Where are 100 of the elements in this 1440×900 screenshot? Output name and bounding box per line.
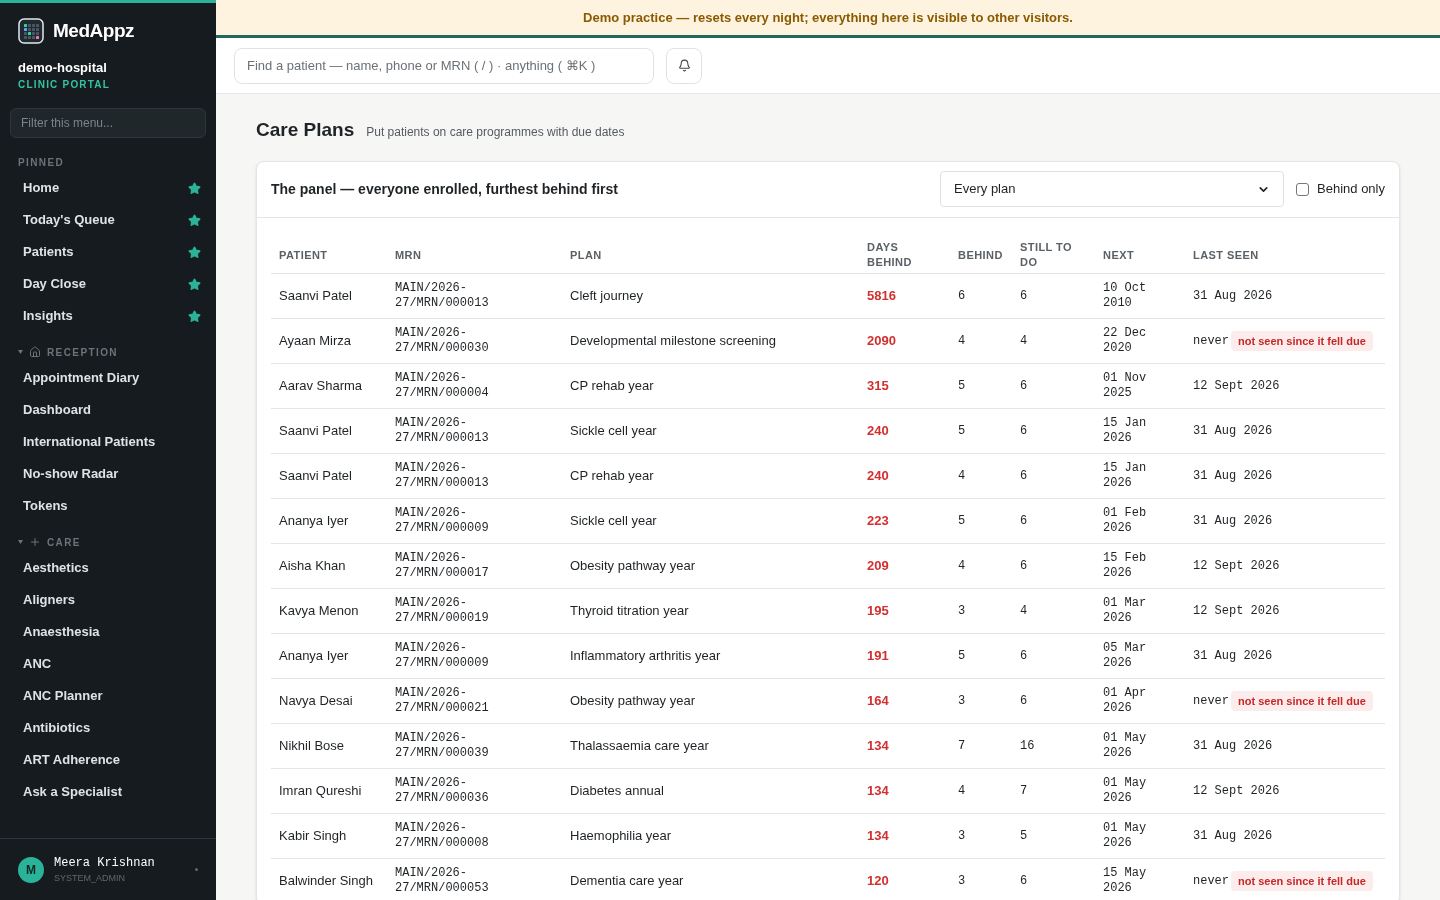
column-header: MRN <box>395 247 423 263</box>
sidebar-item[interactable]: Home <box>0 172 216 204</box>
column-header: STILL TO DO <box>1020 240 1073 271</box>
mrn-cell: MAIN/2026- 27/MRN/000017 <box>387 543 562 589</box>
sidebar-item[interactable]: Patients <box>0 236 216 268</box>
sidebar-item[interactable]: No-show Radar <box>0 458 216 490</box>
days-behind-cell: 164 <box>859 678 950 724</box>
patient-cell: Aisha Khan <box>271 543 387 589</box>
last-seen-text: 31 Aug 2026 <box>1193 423 1273 440</box>
days-behind-cell: 134 <box>859 723 950 769</box>
filter-field[interactable]: Filter this menu... <box>10 108 206 138</box>
plan-cell: CP rehab year <box>562 363 859 409</box>
sidebar-item[interactable]: ANC Planner <box>0 680 216 712</box>
behind-cell: 3 <box>950 813 1012 859</box>
last-seen-text: 12 Sept 2026 <box>1193 783 1280 800</box>
behind-cell: 6 <box>950 273 1012 319</box>
behind-cell: 4 <box>950 318 1012 364</box>
column-header: LAST SEEN <box>1193 247 1260 263</box>
org-name: demo-hospital <box>18 58 108 77</box>
patient-cell: Kabir Singh <box>271 813 387 859</box>
next-cell: 15 Jan 2026 <box>1095 408 1185 454</box>
behind-only-checkbox[interactable] <box>1296 182 1310 196</box>
caret-icon[interactable] <box>18 540 23 544</box>
page-title: Care Plans <box>256 118 355 142</box>
sidebar-item[interactable]: Ask a Specialist <box>0 776 216 808</box>
plan-cell: Dementia care year <box>562 858 859 900</box>
next-cell: 01 May 2026 <box>1095 768 1185 814</box>
still-to-do-cell: 6 <box>1012 858 1095 900</box>
sidebar-item[interactable]: Today's Queue <box>0 204 216 236</box>
mrn-cell: MAIN/2026- 27/MRN/000036 <box>387 768 562 814</box>
checkbox-label: Behind only <box>1317 180 1385 199</box>
mrn-cell: MAIN/2026- 27/MRN/000009 <box>387 633 562 679</box>
days-behind-cell: 191 <box>859 633 950 679</box>
sidebar-item[interactable]: Aligners <box>0 584 216 616</box>
sidebar-item[interactable]: Aesthetics <box>0 552 216 584</box>
next-cell: 10 Oct 2010 <box>1095 273 1185 319</box>
sidebar-item[interactable]: Insights <box>0 300 216 332</box>
last-seen-text: 31 Aug 2026 <box>1193 288 1273 305</box>
last-seen-text: never <box>1193 693 1229 710</box>
sidebar-item[interactable]: Dashboard <box>0 394 216 426</box>
sidebar-item[interactable]: ANC <box>0 648 216 680</box>
next-cell: 01 Mar 2026 <box>1095 588 1185 634</box>
next-cell: 01 May 2026 <box>1095 813 1185 859</box>
next-cell: 01 Nov 2025 <box>1095 363 1185 409</box>
column-header: PATIENT <box>279 247 329 263</box>
behind-cell: 3 <box>950 588 1012 634</box>
days-behind-cell: 120 <box>859 858 950 900</box>
plan-cell: CP rehab year <box>562 453 859 499</box>
plan-select[interactable]: Every plan <box>940 171 1285 207</box>
notifications-button[interactable] <box>666 47 702 84</box>
bell-icon <box>677 59 691 72</box>
patient-cell: Kavya Menon <box>271 588 387 634</box>
sidebar-item[interactable]: Appointment Diary <box>0 362 216 394</box>
star-icon[interactable] <box>188 181 201 195</box>
star-icon[interactable] <box>188 245 201 259</box>
still-to-do-cell: 7 <box>1012 768 1095 814</box>
days-behind-cell: 2090 <box>859 318 950 364</box>
portal-label: CLINIC PORTAL <box>18 78 112 92</box>
sidebar-item[interactable]: Day Close <box>0 268 216 300</box>
sidebar-item[interactable]: Tokens <box>0 490 216 522</box>
last-seen-text: 31 Aug 2026 <box>1193 468 1273 485</box>
house-icon <box>29 346 41 358</box>
star-icon[interactable] <box>188 309 201 323</box>
plan-cell: Developmental milestone screening <box>562 318 859 364</box>
search-field[interactable]: Find a patient — name, phone or MRN ( / ) · anything ( ⌘K ) <box>234 47 654 84</box>
patient-cell: Saanvi Patel <box>271 273 387 319</box>
behind-cell: 4 <box>950 543 1012 589</box>
mrn-cell: MAIN/2026- 27/MRN/000013 <box>387 408 562 454</box>
overdue-tag: not seen since it fell due <box>1231 690 1373 712</box>
next-cell: 01 Feb 2026 <box>1095 498 1185 544</box>
days-behind-cell: 195 <box>859 588 950 634</box>
star-icon[interactable] <box>188 277 201 291</box>
user-avatar: M <box>18 856 44 883</box>
patient-cell: Ayaan Mirza <box>271 318 387 364</box>
days-behind-cell: 223 <box>859 498 950 544</box>
last-seen-text: never <box>1193 873 1229 890</box>
sidebar-item[interactable]: ART Adherence <box>0 744 216 776</box>
overdue-tag: not seen since it fell due <box>1231 870 1373 892</box>
next-cell: 01 May 2026 <box>1095 723 1185 769</box>
plan-cell: Haemophilia year <box>562 813 859 859</box>
brand-name: MedAppz <box>53 19 135 43</box>
sidebar-item[interactable]: Antibiotics <box>0 712 216 744</box>
sidebar-item[interactable]: Anaesthesia <box>0 616 216 648</box>
sidebar-item[interactable]: International Patients <box>0 426 216 458</box>
still-to-do-cell: 16 <box>1012 723 1095 769</box>
caret-icon[interactable] <box>18 350 23 354</box>
mrn-cell: MAIN/2026- 27/MRN/000019 <box>387 588 562 634</box>
still-to-do-cell: 6 <box>1012 678 1095 724</box>
still-to-do-cell: 6 <box>1012 363 1095 409</box>
patient-cell: Balwinder Singh <box>271 858 387 900</box>
still-to-do-cell: 6 <box>1012 543 1095 589</box>
next-cell: 15 Jan 2026 <box>1095 453 1185 499</box>
patient-cell: Ananya Iyer <box>271 633 387 679</box>
last-seen-text: never <box>1193 333 1229 350</box>
patient-cell: Nikhil Bose <box>271 723 387 769</box>
overdue-tag: not seen since it fell due <box>1231 330 1373 352</box>
star-icon[interactable] <box>188 213 201 227</box>
still-to-do-cell: 4 <box>1012 318 1095 364</box>
days-behind-cell: 5816 <box>859 273 950 319</box>
column-header: NEXT <box>1103 247 1136 263</box>
